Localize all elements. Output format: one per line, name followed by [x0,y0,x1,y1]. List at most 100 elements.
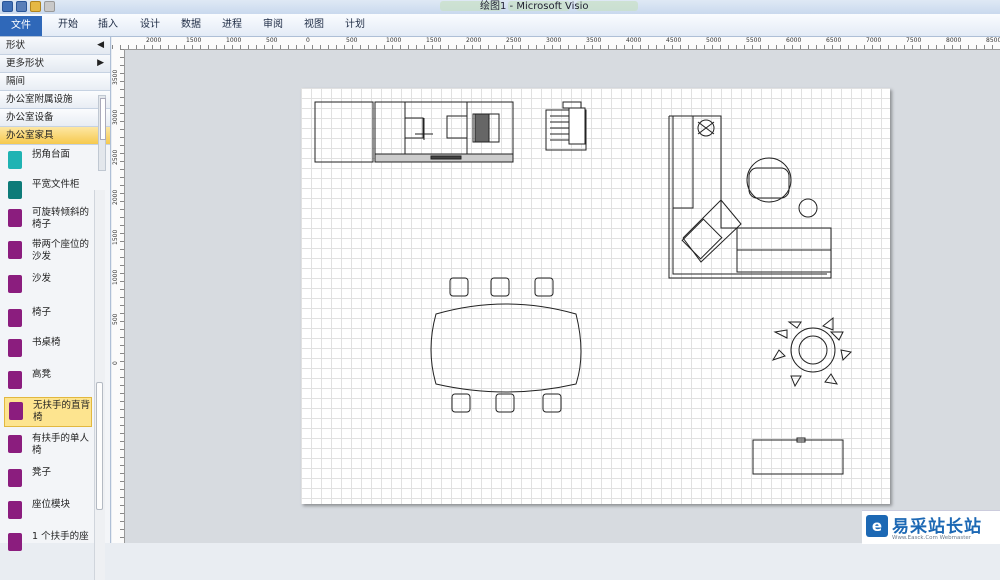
furniture-shape-icon [9,402,23,420]
file-cabinet-shape[interactable] [314,101,374,163]
stool-row-bottom[interactable] [451,393,562,413]
quick-access-toolbar [2,1,55,13]
ruler-tick-label: 7500 [906,37,922,44]
ruler-tick-label: 5500 [746,37,762,44]
stencil-office-equipment[interactable]: 办公室设备 [0,109,110,127]
master-shape-label: 拐角台面 [32,149,71,160]
master-shape-label: 平宽文件柜 [32,179,80,190]
furniture-shape-icon [8,275,22,293]
visio-app-icon[interactable] [2,1,13,12]
ruler-tick-label: 4000 [626,37,642,44]
master-shape-label: 座位模块 [32,499,71,510]
master-shape-item[interactable]: 椅子 [4,305,92,335]
furniture-shape-icon [8,469,22,487]
title-bar: 绘图1 - Microsoft Visio [0,0,1000,14]
window-title: 绘图1 - Microsoft Visio [480,1,589,12]
watermark-text: 易采站长站 [892,517,982,537]
ruler-tick-label: 500 [346,37,358,44]
ruler-tick-label: 4500 [666,37,682,44]
master-list-scrollbar[interactable] [94,190,105,580]
undo-icon[interactable] [30,1,41,12]
ruler-tick-label: 5000 [706,37,722,44]
tab-data[interactable]: 数据 [181,18,201,32]
master-shape-item[interactable]: 书桌椅 [4,335,92,365]
counter-shape[interactable] [374,101,514,163]
ruler-tick-label: 500 [266,37,278,44]
copier-shape[interactable] [545,101,587,151]
desk-shape[interactable] [752,437,844,475]
furniture-shape-icon [8,501,22,519]
ruler-tick-label: 2000 [112,189,119,205]
ruler-tick-label: 3500 [586,37,602,44]
master-shape-item[interactable]: 带两个座位的沙发 [4,237,92,267]
plant-shape[interactable] [771,316,853,388]
ruler-tick-label: 1000 [112,269,119,285]
ruler-tick-label: 6000 [786,37,802,44]
master-shape-item[interactable]: 沙发 [4,271,92,301]
furniture-shape-icon [8,151,22,169]
floor-plan-drawing [314,101,853,475]
stool-row-top[interactable] [449,277,554,297]
drawing-page[interactable] [301,88,890,504]
stencil-office-accessories[interactable]: 办公室附属设施 [0,91,110,109]
master-shape-item[interactable]: 座位模块 [4,497,92,527]
ruler-tick-label: 500 [112,313,119,325]
master-shape-item[interactable]: 可旋转倾斜的椅子 [4,205,92,235]
furniture-shape-icon [8,209,22,227]
ruler-tick-label: 2000 [146,37,162,44]
ruler-tick-label: 2500 [506,37,522,44]
ruler-tick-label: 6500 [826,37,842,44]
master-shape-item[interactable]: 拐角台面 [4,147,92,177]
master-shape-label: 高凳 [32,369,52,380]
shapes-pane: 形状 ◀ 更多形状 ▶ 隔间 办公室附属设施 办公室设备 办公室家具 拐角台面平… [0,37,111,580]
furniture-shape-icon [8,435,22,453]
master-shape-item[interactable]: 1 个扶手的座 [4,529,92,559]
ruler-tick-label: 1000 [226,37,242,44]
tab-process[interactable]: 进程 [222,18,242,32]
conference-table-shape[interactable] [430,303,582,393]
ruler-tick-label: 8500 [986,37,1000,44]
shapes-pane-header: 形状 ◀ [0,37,110,55]
corner-desk-shape[interactable] [668,115,832,279]
office-chair-shape[interactable] [746,157,792,203]
tab-insert[interactable]: 插入 [98,18,118,32]
site-watermark: e 易采站长站 Www.Easck.Com Webmaster [862,510,1000,544]
furniture-shape-icon [8,181,22,199]
master-shape-item[interactable]: 平宽文件柜 [4,177,92,207]
tab-file[interactable]: 文件 [0,16,42,36]
round-stool-shape[interactable] [798,198,818,218]
tab-design[interactable]: 设计 [140,18,160,32]
ruler-tick-label: 1500 [186,37,202,44]
ruler-tick-label: 2500 [112,149,119,165]
master-shape-item[interactable]: 无扶手的直背椅 [4,397,92,427]
scrollbar-thumb[interactable] [100,98,106,140]
master-shape-label: 书桌椅 [32,337,61,348]
master-shape-label: 可旋转倾斜的椅子 [32,207,90,230]
master-shape-item[interactable]: 高凳 [4,367,92,397]
stencil-list-scrollbar[interactable] [98,95,106,171]
tab-view[interactable]: 视图 [304,18,324,32]
tab-plan[interactable]: 计划 [345,18,365,32]
stencil-office-furniture[interactable]: 办公室家具 [0,127,110,145]
master-shape-item[interactable]: 有扶手的单人椅 [4,431,92,461]
ruler-tick-label: 1500 [112,229,119,245]
ruler-tick-label: 7000 [866,37,882,44]
ruler-tick-label: 3000 [112,109,119,125]
tab-review[interactable]: 审阅 [263,18,283,32]
stencil-cubicles[interactable]: 隔间 [0,73,110,91]
collapse-left-icon[interactable]: ◀ [97,37,104,54]
redo-icon[interactable] [44,1,55,12]
scrollbar-thumb[interactable] [96,382,103,510]
master-shape-label: 凳子 [32,467,52,478]
ruler-tick-label: 1500 [426,37,442,44]
tab-home[interactable]: 开始 [58,18,78,32]
site-logo-icon: e [866,515,888,537]
master-shape-label: 1 个扶手的座 [32,531,89,542]
ruler-tick-label: 3000 [546,37,562,44]
master-shape-label: 有扶手的单人椅 [32,433,90,456]
furniture-shape-icon [8,533,22,551]
ruler-tick-label: 8000 [946,37,962,44]
save-icon[interactable] [16,1,27,12]
more-shapes-button[interactable]: 更多形状 ▶ [0,55,110,73]
master-shape-item[interactable]: 凳子 [4,465,92,495]
